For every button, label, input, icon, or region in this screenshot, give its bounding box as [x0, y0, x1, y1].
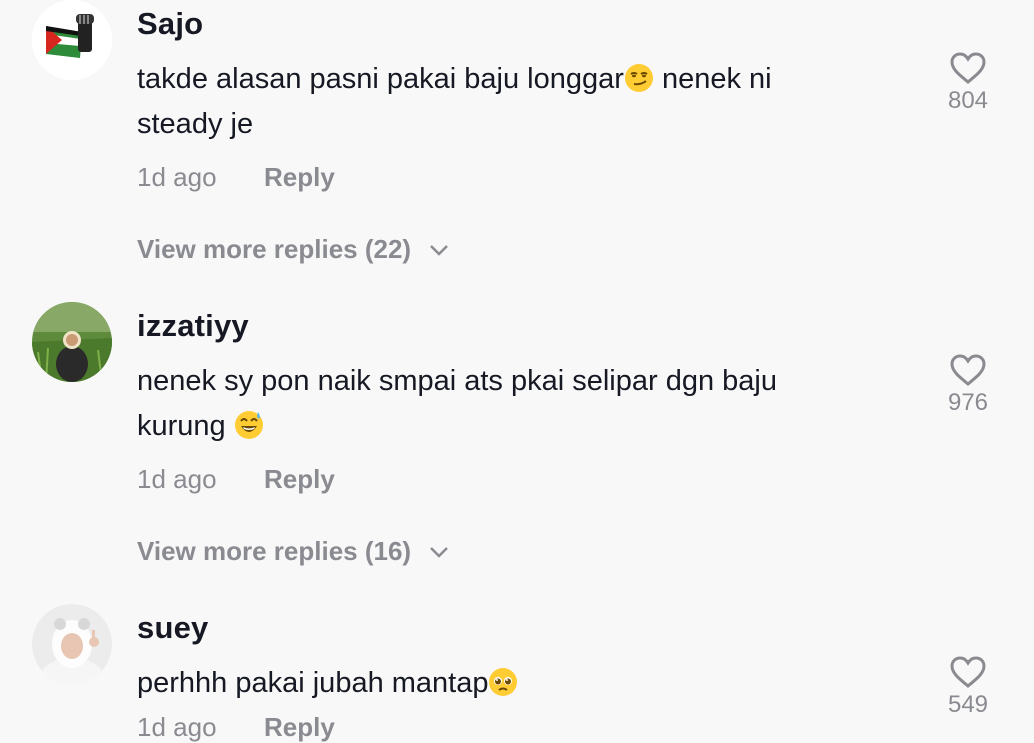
timestamp: 1d ago [137, 162, 217, 192]
comment-text: perhhh pakai jubah mantap [137, 661, 857, 706]
avatar[interactable] [32, 604, 112, 684]
like-button[interactable]: 804 [935, 51, 1001, 115]
avatar[interactable] [32, 302, 112, 382]
username[interactable]: Sajo [137, 6, 203, 42]
comment-text: nenek sy pon naik smpai ats pkai selipar… [137, 359, 857, 449]
palestine-flag-fist-icon [32, 0, 112, 80]
smirking-face-icon [624, 64, 653, 92]
user-photo-icon [32, 604, 112, 684]
heart-icon [950, 354, 986, 386]
view-more-replies-button[interactable]: View more replies (22) [137, 234, 449, 265]
username[interactable]: suey [137, 610, 208, 646]
chevron-down-icon [430, 244, 448, 256]
chevron-down-icon [430, 546, 448, 558]
comment-text-part: perhhh pakai jubah mantap [137, 667, 489, 699]
like-button[interactable]: 549 [935, 655, 1001, 719]
comment-text: takde alasan pasni pakai baju longgar ne… [137, 57, 857, 147]
username[interactable]: izzatiyy [137, 308, 249, 344]
reply-button[interactable]: Reply [264, 162, 335, 193]
heart-icon [950, 52, 986, 84]
view-more-replies-button[interactable]: View more replies (16) [137, 536, 449, 567]
user-photo-icon [32, 302, 112, 382]
view-more-replies-label: View more replies (16) [137, 536, 412, 566]
avatar[interactable] [32, 0, 112, 80]
heart-icon [950, 656, 986, 688]
like-count: 549 [947, 691, 989, 718]
like-button[interactable]: 976 [935, 353, 1001, 417]
like-count: 804 [947, 87, 989, 114]
reply-button[interactable]: Reply [264, 464, 335, 495]
view-more-replies-label: View more replies (22) [137, 234, 412, 264]
grinning-sweat-face-icon [234, 411, 263, 439]
pleading-face-icon [489, 668, 518, 696]
timestamp: 1d ago [137, 464, 217, 494]
comment-text-part: takde alasan pasni pakai baju longgar [137, 63, 624, 95]
like-count: 976 [947, 389, 989, 416]
